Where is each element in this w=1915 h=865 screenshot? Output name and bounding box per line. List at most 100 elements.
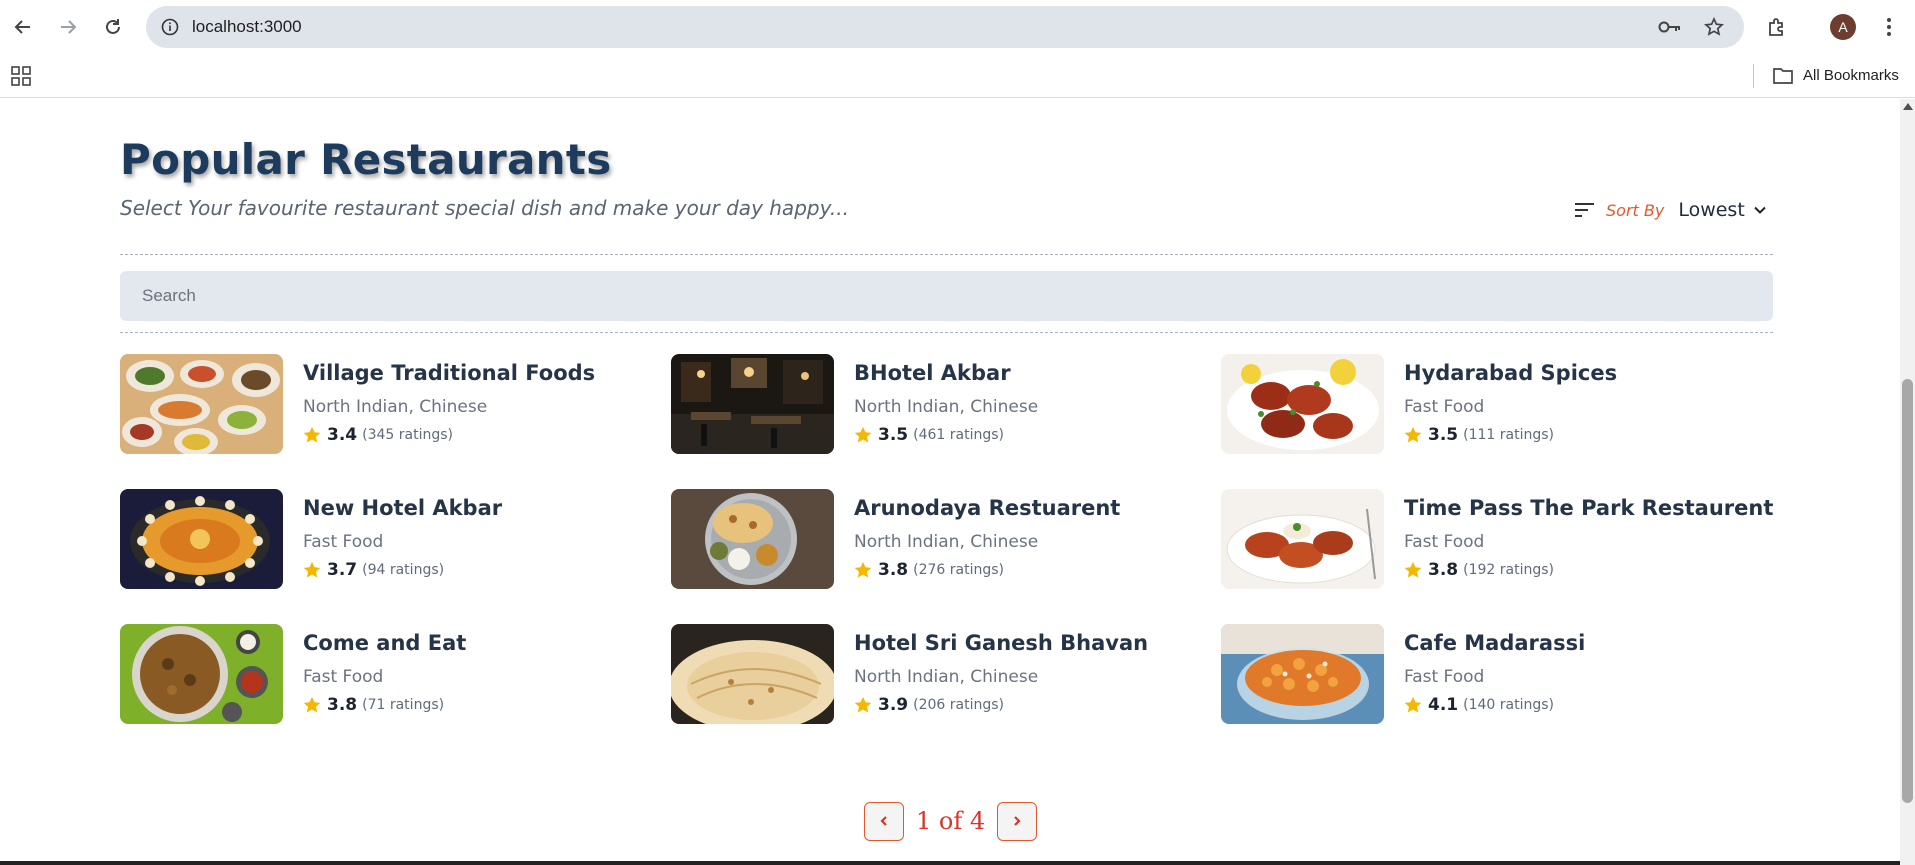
restaurant-cuisine: Fast Food <box>1404 667 1485 687</box>
rating-row: 3.5 (461 ratings) <box>854 425 1004 445</box>
chevron-down-icon[interactable] <box>1753 203 1767 217</box>
page-bottom-border <box>0 861 1900 865</box>
rating-count: (461 ratings) <box>913 427 1004 443</box>
star-icon <box>1404 561 1422 578</box>
restaurant-image[interactable] <box>120 354 283 454</box>
forward-button[interactable] <box>51 10 85 44</box>
restaurant-cuisine: North Indian, Chinese <box>854 397 1039 417</box>
restaurant-name[interactable]: Hotel Sri Ganesh Bhavan <box>854 631 1148 655</box>
folder-icon[interactable] <box>1772 66 1794 86</box>
restaurant-image[interactable] <box>1221 354 1384 454</box>
profile-avatar[interactable]: A <box>1830 14 1856 40</box>
rating-count: (71 ratings) <box>362 697 445 713</box>
sort-select-value[interactable]: Lowest <box>1678 199 1744 221</box>
restaurant-name[interactable]: Cafe Madarassi <box>1404 631 1585 655</box>
rating-count: (111 ratings) <box>1463 427 1554 443</box>
back-button[interactable] <box>6 10 40 44</box>
restaurant-image[interactable] <box>1221 489 1384 589</box>
sort-control[interactable]: Sort By Lowest <box>1574 197 1767 223</box>
restaurant-cuisine: Fast Food <box>1404 532 1485 552</box>
restaurant-name[interactable]: Village Traditional Foods <box>303 361 595 385</box>
sort-label: Sort By <box>1606 200 1665 220</box>
restaurant-card[interactable]: Time Pass The Park Restaurent Fast Food … <box>1221 489 1773 589</box>
restaurant-name[interactable]: Arunodaya Restuarent <box>854 496 1120 520</box>
sort-lines-icon <box>1575 203 1594 217</box>
star-icon <box>854 426 872 443</box>
extensions-icon[interactable] <box>1762 12 1792 42</box>
url-text[interactable]: localhost:3000 <box>192 17 302 37</box>
restaurant-card[interactable]: Hydarabad Spices Fast Food 3.5 (111 rati… <box>1221 354 1741 454</box>
restaurant-image[interactable] <box>671 489 834 589</box>
rating-value: 3.8 <box>1428 560 1459 580</box>
restaurant-card[interactable]: Village Traditional Foods North Indian, … <box>120 354 640 454</box>
bookmark-star-icon[interactable] <box>1702 15 1726 39</box>
rating-row: 3.9 (206 ratings) <box>854 695 1004 715</box>
browser-toolbar: localhost:3000 A <box>0 0 1915 54</box>
rating-value: 3.9 <box>878 695 909 715</box>
next-page-button[interactable] <box>997 801 1038 841</box>
restaurant-image[interactable] <box>1221 624 1384 724</box>
rating-row: 3.8 (276 ratings) <box>854 560 1004 580</box>
pagination: 1 of 4 <box>864 801 1038 841</box>
restaurant-card[interactable]: Come and Eat Fast Food 3.8 (71 ratings) <box>120 624 640 724</box>
star-icon <box>1404 426 1422 443</box>
restaurant-name[interactable]: Time Pass The Park Restaurent <box>1404 496 1773 520</box>
restaurant-card[interactable]: Arunodaya Restuarent North Indian, Chine… <box>671 489 1191 589</box>
rating-row: 3.8 (71 ratings) <box>303 695 444 715</box>
star-icon <box>854 696 872 713</box>
scroll-up-arrow-icon[interactable] <box>1903 103 1913 110</box>
scrollbar-thumb[interactable] <box>1902 379 1913 803</box>
restaurant-cuisine: North Indian, Chinese <box>854 667 1039 687</box>
reload-button[interactable] <box>96 10 130 44</box>
forward-arrow-icon <box>61 20 77 34</box>
restaurant-card[interactable]: BHotel Akbar North Indian, Chinese 3.5 (… <box>671 354 1191 454</box>
site-info-icon[interactable] <box>158 15 182 39</box>
vertical-scrollbar[interactable] <box>1900 99 1915 865</box>
restaurant-name[interactable]: New Hotel Akbar <box>303 496 502 520</box>
chevron-left-icon <box>880 816 887 826</box>
rating-value: 4.1 <box>1428 695 1459 715</box>
rating-count: (276 ratings) <box>913 562 1004 578</box>
restaurant-image[interactable] <box>120 624 283 724</box>
search-input[interactable] <box>120 271 1773 321</box>
restaurant-cuisine: Fast Food <box>303 667 384 687</box>
divider-bottom <box>120 332 1773 333</box>
restaurant-card[interactable]: Hotel Sri Ganesh Bhavan North Indian, Ch… <box>671 624 1191 724</box>
rating-row: 3.7 (94 ratings) <box>303 560 444 580</box>
restaurant-image[interactable] <box>120 489 283 589</box>
divider-top <box>120 254 1773 255</box>
restaurant-name[interactable]: Come and Eat <box>303 631 466 655</box>
star-icon <box>1404 696 1422 713</box>
restaurant-image[interactable] <box>671 624 834 724</box>
restaurant-image[interactable] <box>671 354 834 454</box>
password-key-icon[interactable] <box>1658 15 1682 39</box>
rating-row: 3.5 (111 ratings) <box>1404 425 1554 445</box>
page-subtitle: Select Your favourite restaurant special… <box>120 196 849 220</box>
restaurant-name[interactable]: BHotel Akbar <box>854 361 1011 385</box>
rating-count: (140 ratings) <box>1463 697 1554 713</box>
bookmarks-separator <box>1753 64 1754 88</box>
chevron-right-icon <box>1014 816 1021 826</box>
rating-count: (192 ratings) <box>1463 562 1554 578</box>
star-icon <box>854 561 872 578</box>
rating-count: (94 ratings) <box>362 562 445 578</box>
restaurant-card[interactable]: New Hotel Akbar Fast Food 3.7 (94 rating… <box>120 489 640 589</box>
rating-value: 3.8 <box>327 695 358 715</box>
restaurant-name[interactable]: Hydarabad Spices <box>1404 361 1617 385</box>
restaurant-cuisine: North Indian, Chinese <box>303 397 488 417</box>
restaurant-card[interactable]: Cafe Madarassi Fast Food 4.1 (140 rating… <box>1221 624 1741 724</box>
rating-row: 3.8 (192 ratings) <box>1404 560 1554 580</box>
menu-kebab-icon[interactable] <box>1874 12 1904 42</box>
page-indicator: 1 of 4 <box>916 807 986 835</box>
back-arrow-icon <box>14 20 30 34</box>
restaurant-cuisine: Fast Food <box>1404 397 1485 417</box>
rating-count: (206 ratings) <box>913 697 1004 713</box>
all-bookmarks-link[interactable]: All Bookmarks <box>1803 67 1899 84</box>
prev-page-button[interactable] <box>864 801 904 841</box>
restaurant-cuisine: North Indian, Chinese <box>854 532 1039 552</box>
address-bar[interactable]: localhost:3000 <box>146 6 1744 48</box>
rating-row: 3.4 (345 ratings) <box>303 425 453 445</box>
apps-grid-icon[interactable] <box>10 65 32 87</box>
star-icon <box>303 426 321 443</box>
rating-value: 3.8 <box>878 560 909 580</box>
